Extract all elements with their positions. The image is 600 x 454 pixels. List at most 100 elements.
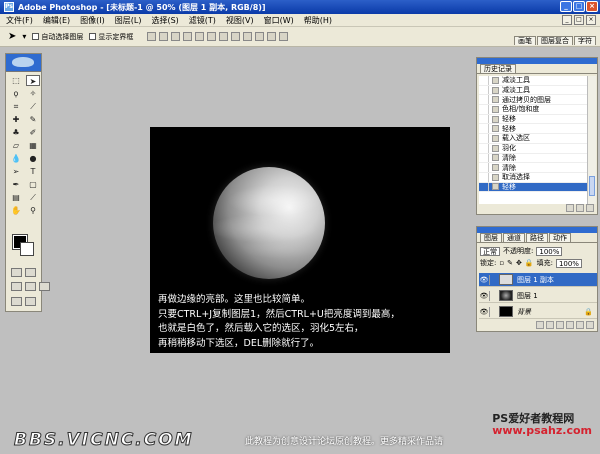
menu-help[interactable]: 帮助(H) <box>304 15 332 26</box>
new-adjustment-layer-icon[interactable] <box>566 321 574 329</box>
close-button[interactable]: × <box>586 1 598 12</box>
tab-history[interactable]: 历史记录 <box>480 64 516 73</box>
shape-tool-icon[interactable]: ▢ <box>26 179 40 190</box>
link-icon[interactable] <box>489 274 497 285</box>
move-tool-icon[interactable]: ➤ <box>8 31 16 42</box>
layer-row[interactable]: 👁 图层 1 <box>479 289 597 303</box>
well-tab-layer-comps[interactable]: 图层复合 <box>537 36 573 45</box>
add-layer-style-icon[interactable] <box>536 321 544 329</box>
crop-tool-icon[interactable]: ⌗ <box>9 101 23 112</box>
distribute-center-icon[interactable] <box>267 32 277 41</box>
magic-wand-tool-icon[interactable]: ✧ <box>26 88 40 99</box>
show-bounds-box[interactable] <box>89 33 97 40</box>
move-tool-icon[interactable]: ➤ <box>26 75 40 86</box>
full-screen-mode-icon[interactable] <box>39 282 50 291</box>
history-scroll-thumb[interactable] <box>589 176 595 196</box>
history-item[interactable]: 羽化 <box>479 143 587 154</box>
align-bottom-icon[interactable] <box>171 32 181 41</box>
distribute-bottom-icon[interactable] <box>243 32 253 41</box>
gradient-tool-icon[interactable]: ▦ <box>26 140 40 151</box>
new-document-from-state-icon[interactable] <box>566 204 574 212</box>
distribute-left-icon[interactable] <box>255 32 265 41</box>
show-bounds-checkbox[interactable]: 显示定界框 <box>89 32 133 42</box>
visibility-eye-icon[interactable]: 👁 <box>479 276 489 284</box>
zoom-tool-icon[interactable]: ⚲ <box>26 205 40 216</box>
menu-layer[interactable]: 图层(L) <box>115 15 142 26</box>
fill-input[interactable]: 100% <box>555 258 582 268</box>
history-item[interactable]: 清除 <box>479 163 587 173</box>
align-center-icon[interactable] <box>195 32 205 41</box>
menu-select[interactable]: 选择(S) <box>151 15 178 26</box>
history-item[interactable]: 载入选区 <box>479 134 587 144</box>
hand-tool-icon[interactable]: ✋ <box>9 205 23 216</box>
history-item[interactable]: 清除 <box>479 153 587 164</box>
maximize-button[interactable]: □ <box>573 1 585 12</box>
well-tab-brushes[interactable]: 画笔 <box>514 36 536 45</box>
align-right-icon[interactable] <box>207 32 217 41</box>
history-item[interactable]: 轻移 <box>479 124 587 135</box>
menu-window[interactable]: 窗口(W) <box>264 15 294 26</box>
delete-layer-icon[interactable] <box>586 321 594 329</box>
history-item[interactable]: 减淡工具 <box>479 76 587 86</box>
blur-tool-icon[interactable]: 💧 <box>9 153 23 164</box>
pen-tool-icon[interactable]: ✒ <box>9 179 23 190</box>
new-layer-icon[interactable] <box>576 321 584 329</box>
clone-stamp-tool-icon[interactable]: ♣ <box>9 127 23 138</box>
history-item[interactable]: 取消选择 <box>479 172 587 183</box>
tab-channels[interactable]: 通道 <box>503 233 525 242</box>
lock-position-icon[interactable]: ✥ <box>516 259 522 267</box>
menu-image[interactable]: 图像(I) <box>80 15 105 26</box>
lasso-tool-icon[interactable]: ϙ <box>9 88 23 99</box>
lock-pixels-icon[interactable]: ✎ <box>507 259 513 267</box>
new-set-icon[interactable] <box>556 321 564 329</box>
tool-preset-dropdown[interactable]: ▾ <box>22 32 26 41</box>
menu-view[interactable]: 视图(V) <box>226 15 254 26</box>
link-icon[interactable] <box>489 306 497 317</box>
full-screen-menu-mode-icon[interactable] <box>25 282 36 291</box>
history-scrollbar[interactable] <box>587 76 596 204</box>
imageready-extra-icon[interactable] <box>25 297 36 306</box>
visibility-eye-icon[interactable]: 👁 <box>479 292 489 300</box>
auto-select-box[interactable] <box>32 33 40 40</box>
layer-row-active[interactable]: 👁 图层 1 副本 <box>479 273 597 287</box>
align-left-icon[interactable] <box>183 32 193 41</box>
align-top-icon[interactable] <box>147 32 157 41</box>
history-item[interactable]: 色相/饱和度 <box>479 105 587 115</box>
opacity-input[interactable]: 100% <box>536 246 563 256</box>
history-item[interactable]: 轻移 <box>479 114 587 125</box>
lock-transparency-icon[interactable]: ▫ <box>499 259 504 267</box>
eyedropper-tool-icon[interactable]: ⟋ <box>26 192 40 203</box>
lock-all-icon[interactable]: 🔒 <box>525 259 534 267</box>
delete-state-icon[interactable] <box>586 204 594 212</box>
link-icon[interactable] <box>489 290 497 301</box>
new-snapshot-icon[interactable] <box>576 204 584 212</box>
history-item-current[interactable]: 轻移 <box>479 182 587 193</box>
doc-restore-button[interactable]: □ <box>574 15 584 25</box>
well-tab-character[interactable]: 字符 <box>574 36 596 45</box>
menu-file[interactable]: 文件(F) <box>6 15 33 26</box>
layer-row[interactable]: 👁 背景 🔒 <box>479 305 597 319</box>
quick-mask-mode-icon[interactable] <box>25 268 36 277</box>
menu-edit[interactable]: 编辑(E) <box>43 15 70 26</box>
healing-brush-tool-icon[interactable]: ✚ <box>9 114 23 125</box>
doc-close-button[interactable]: × <box>586 15 596 25</box>
blend-mode-select[interactable]: 正常 <box>480 246 500 256</box>
marquee-tool-icon[interactable]: ⬚ <box>9 75 23 86</box>
tab-paths[interactable]: 路径 <box>526 233 548 242</box>
background-color-swatch[interactable] <box>20 242 34 256</box>
document-canvas[interactable]: 再做边缘的亮部。这里也比较简单。 只要CTRL+J复制图层1，然后CTRL+U把… <box>150 127 450 353</box>
menu-filter[interactable]: 滤镜(T) <box>189 15 216 26</box>
auto-select-checkbox[interactable]: 自动选择图层 <box>32 32 83 42</box>
visibility-eye-icon[interactable]: 👁 <box>479 308 489 316</box>
notes-tool-icon[interactable]: ▤ <box>9 192 23 203</box>
eraser-tool-icon[interactable]: ▱ <box>9 140 23 151</box>
tab-layers[interactable]: 图层 <box>480 233 502 242</box>
standard-mode-icon[interactable] <box>11 268 22 277</box>
type-tool-icon[interactable]: T <box>26 166 40 177</box>
jump-to-imageready-icon[interactable] <box>11 297 22 306</box>
standard-screen-mode-icon[interactable] <box>11 282 22 291</box>
slice-tool-icon[interactable]: ⟋ <box>26 101 40 112</box>
add-mask-icon[interactable] <box>546 321 554 329</box>
brush-tool-icon[interactable]: ✎ <box>26 114 40 125</box>
doc-minimize-button[interactable]: _ <box>562 15 572 25</box>
